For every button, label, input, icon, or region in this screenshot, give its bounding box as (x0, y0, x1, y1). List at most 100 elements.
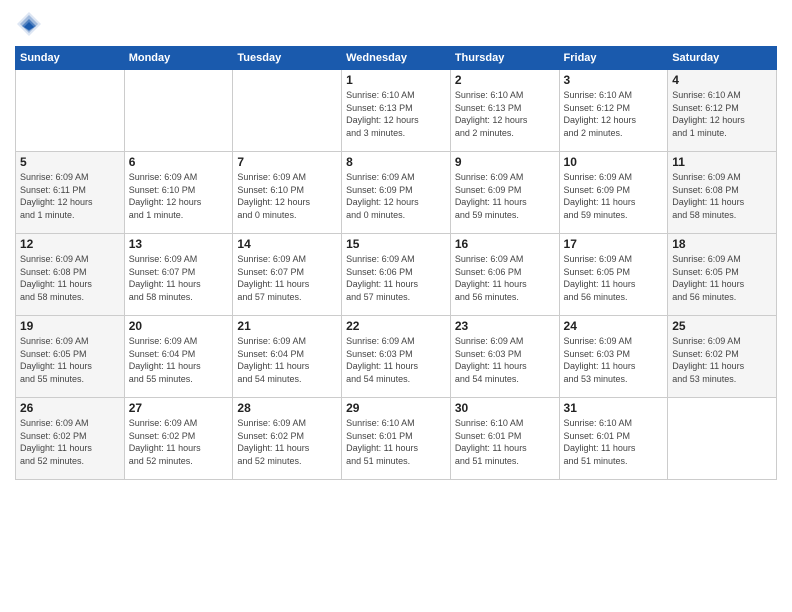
day-number: 22 (346, 319, 446, 333)
calendar-cell: 10 Sunrise: 6:09 AM Sunset: 6:09 PM Dayli… (559, 152, 668, 234)
calendar-cell: 12Sunrise: 6:09 AM Sunset: 6:08 PM Dayli… (16, 234, 125, 316)
day-number: 17 (564, 237, 664, 251)
weekday-header-tuesday: Tuesday (233, 47, 342, 70)
calendar-cell (16, 70, 125, 152)
calendar-cell: 14 Sunrise: 6:09 AM Sunset: 6:07 PM Dayli… (233, 234, 342, 316)
day-number: 26 (20, 401, 120, 415)
day-number: 13 (129, 237, 229, 251)
day-number: 9 (455, 155, 555, 169)
day-number: 29 (346, 401, 446, 415)
day-info: Sunrise: 6:09 AM Sunset: 6:02 PM Dayligh… (672, 335, 772, 385)
calendar-week-2: 5 Sunrise: 6:09 AM Sunset: 6:11 PM Daylig… (16, 152, 777, 234)
day-info: Sunrise: 6:09 AM Sunset: 6:09 PM Dayligh… (564, 171, 664, 221)
calendar-header-row: SundayMondayTuesdayWednesdayThursdayFrid… (16, 47, 777, 70)
day-number: 21 (237, 319, 337, 333)
day-info: Sunrise: 6:10 AM Sunset: 6:12 PM Dayligh… (672, 89, 772, 139)
calendar-cell (124, 70, 233, 152)
calendar-cell: 2 Sunrise: 6:10 AM Sunset: 6:13 PM Daylig… (450, 70, 559, 152)
day-info: Sunrise: 6:10 AM Sunset: 6:12 PM Dayligh… (564, 89, 664, 139)
calendar-cell: 6 Sunrise: 6:09 AM Sunset: 6:10 PM Daylig… (124, 152, 233, 234)
calendar-cell: 11Sunrise: 6:09 AM Sunset: 6:08 PM Dayli… (668, 152, 777, 234)
calendar-cell: 23Sunrise: 6:09 AM Sunset: 6:03 PM Dayli… (450, 316, 559, 398)
day-number: 2 (455, 73, 555, 87)
day-number: 6 (129, 155, 229, 169)
calendar-cell: 21 Sunrise: 6:09 AM Sunset: 6:04 PM Dayli… (233, 316, 342, 398)
day-info: Sunrise: 6:10 AM Sunset: 6:01 PM Dayligh… (346, 417, 446, 467)
calendar-week-5: 26 Sunrise: 6:09 AM Sunset: 6:02 PM Dayli… (16, 398, 777, 480)
calendar-cell: 27 Sunrise: 6:09 AM Sunset: 6:02 PM Dayli… (124, 398, 233, 480)
day-number: 31 (564, 401, 664, 415)
calendar-cell: 18 Sunrise: 6:09 AM Sunset: 6:05 PM Dayli… (668, 234, 777, 316)
day-info: Sunrise: 6:09 AM Sunset: 6:07 PM Dayligh… (237, 253, 337, 303)
weekday-header-friday: Friday (559, 47, 668, 70)
calendar-cell (668, 398, 777, 480)
day-number: 8 (346, 155, 446, 169)
day-info: Sunrise: 6:09 AM Sunset: 6:04 PM Dayligh… (129, 335, 229, 385)
day-number: 24 (564, 319, 664, 333)
calendar-week-4: 19Sunrise: 6:09 AM Sunset: 6:05 PM Dayli… (16, 316, 777, 398)
calendar-week-3: 12Sunrise: 6:09 AM Sunset: 6:08 PM Dayli… (16, 234, 777, 316)
calendar-cell: 20 Sunrise: 6:09 AM Sunset: 6:04 PM Dayli… (124, 316, 233, 398)
calendar-cell: 17Sunrise: 6:09 AM Sunset: 6:05 PM Dayli… (559, 234, 668, 316)
day-number: 14 (237, 237, 337, 251)
day-info: Sunrise: 6:09 AM Sunset: 6:02 PM Dayligh… (20, 417, 120, 467)
weekday-header-wednesday: Wednesday (342, 47, 451, 70)
page: SundayMondayTuesdayWednesdayThursdayFrid… (0, 0, 792, 612)
day-number: 27 (129, 401, 229, 415)
day-number: 12 (20, 237, 120, 251)
day-number: 5 (20, 155, 120, 169)
day-number: 3 (564, 73, 664, 87)
day-number: 16 (455, 237, 555, 251)
calendar-week-1: 1 Sunrise: 6:10 AM Sunset: 6:13 PM Daylig… (16, 70, 777, 152)
header (15, 10, 777, 38)
day-info: Sunrise: 6:09 AM Sunset: 6:09 PM Dayligh… (455, 171, 555, 221)
calendar-cell: 13 Sunrise: 6:09 AM Sunset: 6:07 PM Dayli… (124, 234, 233, 316)
calendar-cell: 15 Sunrise: 6:09 AM Sunset: 6:06 PM Dayli… (342, 234, 451, 316)
day-info: Sunrise: 6:09 AM Sunset: 6:09 PM Dayligh… (346, 171, 446, 221)
calendar-cell: 9 Sunrise: 6:09 AM Sunset: 6:09 PM Daylig… (450, 152, 559, 234)
day-info: Sunrise: 6:09 AM Sunset: 6:10 PM Dayligh… (237, 171, 337, 221)
day-number: 18 (672, 237, 772, 251)
calendar-cell: 25Sunrise: 6:09 AM Sunset: 6:02 PM Dayli… (668, 316, 777, 398)
day-info: Sunrise: 6:09 AM Sunset: 6:08 PM Dayligh… (672, 171, 772, 221)
calendar-cell: 29 Sunrise: 6:10 AM Sunset: 6:01 PM Dayli… (342, 398, 451, 480)
calendar-cell: 8 Sunrise: 6:09 AM Sunset: 6:09 PM Daylig… (342, 152, 451, 234)
calendar-table: SundayMondayTuesdayWednesdayThursdayFrid… (15, 46, 777, 480)
calendar-cell: 26 Sunrise: 6:09 AM Sunset: 6:02 PM Dayli… (16, 398, 125, 480)
day-info: Sunrise: 6:10 AM Sunset: 6:13 PM Dayligh… (455, 89, 555, 139)
day-info: Sunrise: 6:09 AM Sunset: 6:11 PM Dayligh… (20, 171, 120, 221)
day-info: Sunrise: 6:10 AM Sunset: 6:01 PM Dayligh… (564, 417, 664, 467)
logo (15, 10, 47, 38)
day-number: 15 (346, 237, 446, 251)
weekday-header-thursday: Thursday (450, 47, 559, 70)
day-info: Sunrise: 6:09 AM Sunset: 6:10 PM Dayligh… (129, 171, 229, 221)
day-number: 23 (455, 319, 555, 333)
day-number: 7 (237, 155, 337, 169)
calendar-cell: 1Sunrise: 6:10 AM Sunset: 6:13 PM Daylig… (342, 70, 451, 152)
day-info: Sunrise: 6:09 AM Sunset: 6:04 PM Dayligh… (237, 335, 337, 385)
calendar-cell: 31 Sunrise: 6:10 AM Sunset: 6:01 PM Dayli… (559, 398, 668, 480)
calendar-cell (233, 70, 342, 152)
day-info: Sunrise: 6:09 AM Sunset: 6:05 PM Dayligh… (20, 335, 120, 385)
calendar-cell: 5 Sunrise: 6:09 AM Sunset: 6:11 PM Daylig… (16, 152, 125, 234)
day-info: Sunrise: 6:09 AM Sunset: 6:03 PM Dayligh… (564, 335, 664, 385)
day-info: Sunrise: 6:09 AM Sunset: 6:02 PM Dayligh… (129, 417, 229, 467)
calendar-cell: 24 Sunrise: 6:09 AM Sunset: 6:03 PM Dayli… (559, 316, 668, 398)
day-info: Sunrise: 6:09 AM Sunset: 6:06 PM Dayligh… (346, 253, 446, 303)
weekday-header-monday: Monday (124, 47, 233, 70)
day-number: 10 (564, 155, 664, 169)
day-info: Sunrise: 6:09 AM Sunset: 6:03 PM Dayligh… (346, 335, 446, 385)
weekday-header-saturday: Saturday (668, 47, 777, 70)
calendar-cell: 28Sunrise: 6:09 AM Sunset: 6:02 PM Dayli… (233, 398, 342, 480)
day-info: Sunrise: 6:09 AM Sunset: 6:07 PM Dayligh… (129, 253, 229, 303)
calendar-cell: 16Sunrise: 6:09 AM Sunset: 6:06 PM Dayli… (450, 234, 559, 316)
day-info: Sunrise: 6:10 AM Sunset: 6:01 PM Dayligh… (455, 417, 555, 467)
calendar-cell: 22 Sunrise: 6:09 AM Sunset: 6:03 PM Dayli… (342, 316, 451, 398)
day-number: 20 (129, 319, 229, 333)
day-info: Sunrise: 6:09 AM Sunset: 6:05 PM Dayligh… (672, 253, 772, 303)
weekday-header-sunday: Sunday (16, 47, 125, 70)
calendar-cell: 19Sunrise: 6:09 AM Sunset: 6:05 PM Dayli… (16, 316, 125, 398)
day-number: 4 (672, 73, 772, 87)
calendar-cell: 3 Sunrise: 6:10 AM Sunset: 6:12 PM Daylig… (559, 70, 668, 152)
day-number: 1 (346, 73, 446, 87)
